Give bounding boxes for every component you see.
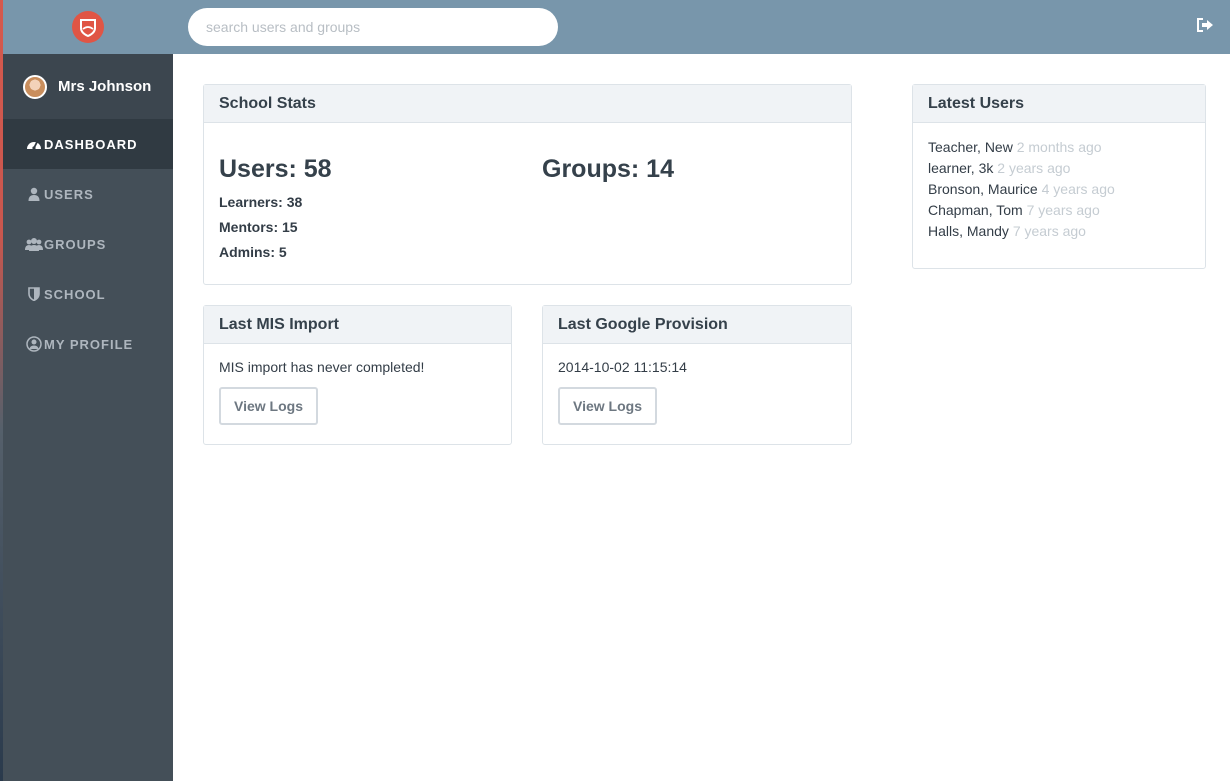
relative-time: 2 months ago: [1016, 139, 1102, 155]
mentors-label: Mentors:: [219, 219, 279, 235]
list-item[interactable]: Bronson, Maurice 4 years ago: [928, 179, 1190, 200]
view-mis-logs-button[interactable]: View Logs: [219, 387, 318, 425]
shield-icon: [25, 286, 43, 302]
panel-title: Latest Users: [913, 85, 1205, 123]
last-mis-import-panel: Last MIS Import MIS import has never com…: [203, 305, 512, 445]
panel-body: 2014-10-02 11:15:14 View Logs: [543, 344, 851, 440]
admins-count: Admins: 5: [219, 243, 332, 261]
last-google-provision-panel: Last Google Provision 2014-10-02 11:15:1…: [542, 305, 852, 445]
view-provision-logs-button[interactable]: View Logs: [558, 387, 657, 425]
mentors-value: 15: [282, 219, 298, 235]
brand-bar: [3, 0, 173, 54]
school-stats-panel: School Stats Users: 58 Learners: 38 Ment…: [203, 84, 852, 285]
provision-timestamp: 2014-10-02 11:15:14: [558, 359, 687, 375]
top-bar: [173, 0, 1230, 54]
users-total: Users: 58: [219, 155, 332, 183]
user-link[interactable]: Halls, Mandy: [928, 223, 1009, 239]
group-stats: Groups: 14: [542, 155, 674, 184]
sidebar-item-dashboard[interactable]: DASHBOARD: [3, 119, 173, 169]
user-link[interactable]: Chapman, Tom: [928, 202, 1023, 218]
sidebar-item-label: GROUPS: [44, 236, 107, 252]
user-icon: [25, 186, 43, 202]
sidebar-item-my-profile[interactable]: MY PROFILE: [3, 319, 173, 369]
mentors-count: Mentors: 15: [219, 218, 332, 236]
user-link[interactable]: learner, 3k: [928, 160, 993, 176]
avatar: [23, 74, 47, 99]
list-item[interactable]: Halls, Mandy 7 years ago: [928, 221, 1190, 242]
relative-time: 7 years ago: [1012, 223, 1086, 239]
admins-value: 5: [278, 244, 287, 260]
latest-users-panel: Latest Users Teacher, New 2 months ago l…: [912, 84, 1206, 269]
latest-users-list: Teacher, New 2 months ago learner, 3k 2 …: [913, 123, 1205, 257]
user-stats: Users: 58 Learners: 38 Mentors: 15 Admin…: [219, 155, 332, 261]
dashboard-icon: [25, 136, 43, 152]
search-input[interactable]: [188, 8, 558, 46]
admins-label: Admins:: [219, 244, 275, 260]
school-logo-icon[interactable]: [72, 11, 104, 43]
relative-time: 2 years ago: [997, 160, 1071, 176]
logout-icon[interactable]: [1196, 17, 1218, 37]
learners-count: Learners: 38: [219, 193, 332, 211]
list-item[interactable]: Teacher, New 2 months ago: [928, 137, 1190, 158]
sidebar-item-label: MY PROFILE: [44, 336, 134, 352]
sidebar-item-groups[interactable]: GROUPS: [3, 219, 173, 269]
panel-title: Last MIS Import: [204, 306, 511, 344]
user-name: Mrs Johnson: [58, 78, 152, 95]
sidebar-item-school[interactable]: SCHOOL: [3, 269, 173, 319]
learners-label: Learners:: [219, 194, 283, 210]
panel-body: MIS import has never completed! View Log…: [204, 344, 511, 440]
panel-title: Last Google Provision: [543, 306, 851, 344]
sidebar-item-label: SCHOOL: [44, 286, 106, 302]
sidebar: Mrs Johnson DASHBOARD USERS GROUPS SCHOO…: [3, 0, 173, 781]
learners-value: 38: [286, 194, 303, 210]
list-item[interactable]: Chapman, Tom 7 years ago: [928, 200, 1190, 221]
current-user[interactable]: Mrs Johnson: [3, 54, 173, 119]
mis-status-message: MIS import has never completed!: [219, 359, 425, 375]
list-item[interactable]: learner, 3k 2 years ago: [928, 158, 1190, 179]
user-link[interactable]: Teacher, New: [928, 139, 1013, 155]
sidebar-item-label: USERS: [44, 186, 94, 202]
sidebar-item-label: DASHBOARD: [44, 136, 138, 152]
relative-time: 7 years ago: [1026, 202, 1100, 218]
groups-icon: [25, 236, 43, 252]
panel-title: School Stats: [204, 85, 851, 123]
user-link[interactable]: Bronson, Maurice: [928, 181, 1038, 197]
profile-icon: [25, 336, 43, 352]
sidebar-item-users[interactable]: USERS: [3, 169, 173, 219]
groups-total: Groups: 14: [542, 155, 674, 183]
relative-time: 4 years ago: [1041, 181, 1115, 197]
